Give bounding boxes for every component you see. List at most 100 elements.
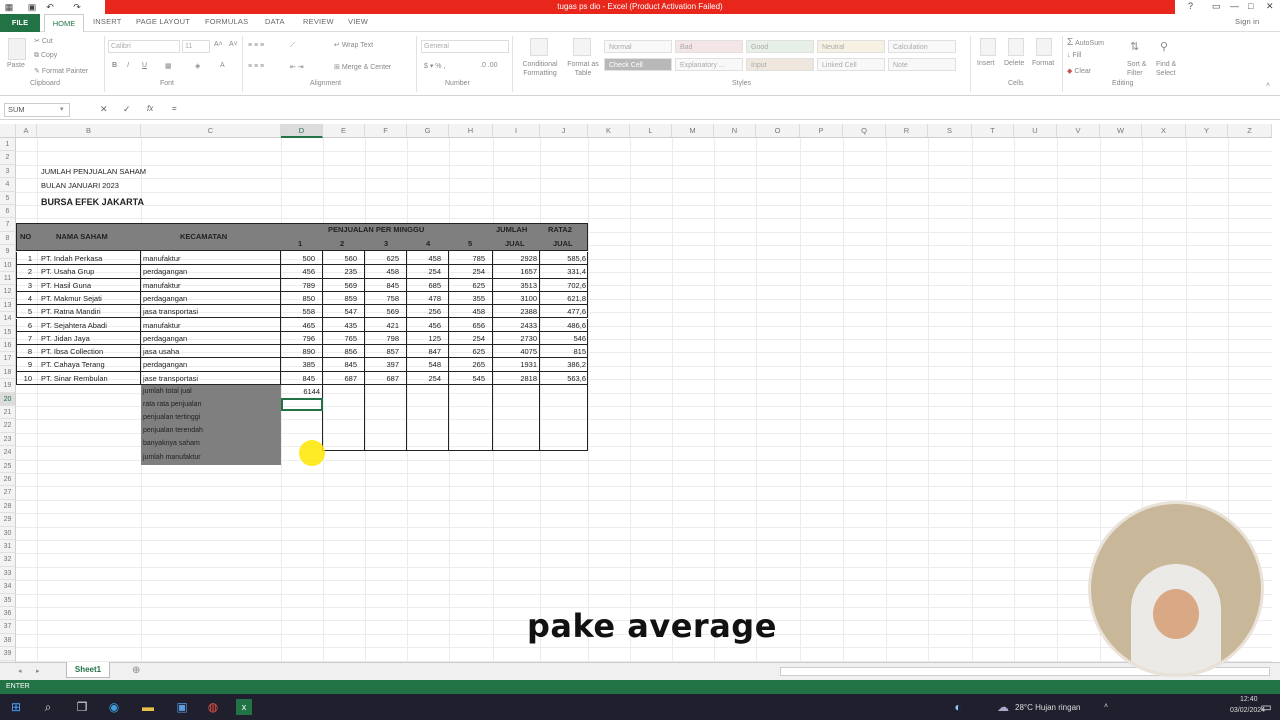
border-icon[interactable]: ▦	[165, 62, 172, 70]
row-header-39[interactable]: 39	[0, 647, 16, 661]
column-header-l[interactable]: L	[630, 124, 672, 138]
tray-chevron-icon[interactable]: ˄	[1104, 703, 1108, 710]
cell-week-2[interactable]: 845	[323, 359, 357, 371]
cell-week-2[interactable]: 687	[323, 373, 357, 385]
cell-no[interactable]: 8	[20, 346, 32, 358]
column-header-v[interactable]: V	[1057, 124, 1100, 138]
cell-week-2[interactable]: 856	[323, 346, 357, 358]
row-header-12[interactable]: 12	[0, 285, 16, 299]
font-name-select[interactable]: Calibri	[108, 40, 180, 53]
cell-jumlah-jual[interactable]: 2928	[493, 253, 537, 265]
cell-week-3[interactable]: 421	[365, 320, 399, 332]
cell-nama-saham[interactable]: PT. Cahaya Terang	[41, 359, 105, 371]
cell-week-3[interactable]: 625	[365, 253, 399, 265]
cell-week-2[interactable]: 560	[323, 253, 357, 265]
cell-kecamatan[interactable]: manufaktur	[143, 320, 181, 332]
cell-no[interactable]: 5	[20, 306, 32, 318]
column-header-o[interactable]: O	[756, 124, 800, 138]
summary-label[interactable]: rata rata penjualan	[143, 399, 201, 411]
row-header-32[interactable]: 32	[0, 553, 16, 567]
notification-icon[interactable]: ▭	[1258, 699, 1274, 715]
column-header-d[interactable]: D	[281, 124, 323, 138]
number-format-select[interactable]: General	[421, 40, 509, 53]
cell-week-5[interactable]: 785	[449, 253, 485, 265]
cell-no[interactable]: 6	[20, 320, 32, 332]
underline-icon[interactable]: U	[142, 62, 147, 69]
redo-icon[interactable]: ↷	[72, 2, 82, 12]
cell-d19-total[interactable]: 6144	[282, 386, 320, 398]
cell-week-4[interactable]: 847	[407, 346, 441, 358]
cell-jumlah-jual[interactable]: 1657	[493, 266, 537, 278]
chrome-icon[interactable]: ◍	[205, 699, 221, 715]
style-check-cell[interactable]: Check Cell	[604, 58, 672, 71]
shrink-font-icon[interactable]: A˅	[229, 41, 238, 48]
column-header-y[interactable]: Y	[1186, 124, 1228, 138]
cell-week-1[interactable]: 845	[281, 373, 315, 385]
italic-icon[interactable]: I	[127, 62, 129, 69]
cell-no[interactable]: 10	[20, 373, 32, 385]
column-header-r[interactable]: R	[886, 124, 928, 138]
cell-jumlah-jual[interactable]: 2818	[493, 373, 537, 385]
cell-week-5[interactable]: 545	[449, 373, 485, 385]
cell-week-4[interactable]: 256	[407, 306, 441, 318]
cell-kecamatan[interactable]: perdagangan	[143, 293, 187, 305]
row-header-25[interactable]: 25	[0, 459, 16, 473]
row-header-34[interactable]: 34	[0, 580, 16, 594]
row-header-18[interactable]: 18	[0, 365, 16, 380]
cell-rata-jual[interactable]: 563,6	[540, 373, 586, 385]
cell-week-5[interactable]: 254	[449, 333, 485, 345]
cell-week-1[interactable]: 789	[281, 280, 315, 292]
row-header-30[interactable]: 30	[0, 526, 16, 540]
task-view-icon[interactable]: ❐	[74, 699, 90, 715]
cell-week-1[interactable]: 850	[281, 293, 315, 305]
collapse-ribbon-icon[interactable]: ˄	[1266, 82, 1270, 89]
cell-week-4[interactable]: 254	[407, 266, 441, 278]
clock-time[interactable]: 12:40	[1240, 696, 1258, 703]
cell-nama-saham[interactable]: PT. Usaha Grup	[41, 266, 94, 278]
cell-kecamatan[interactable]: perdagangan	[143, 333, 187, 345]
cell-nama-saham[interactable]: PT. Hasil Guna	[41, 280, 91, 292]
style-input[interactable]: Input	[746, 58, 814, 71]
cancel-icon[interactable]: ✕	[100, 104, 108, 115]
row-header-8[interactable]: 8	[0, 231, 16, 246]
cell-nama-saham[interactable]: PT. Ibsa Collection	[41, 346, 103, 358]
format-cells-button[interactable]: Format	[1032, 60, 1054, 67]
merge-center-button[interactable]: ⊞ Merge & Center	[334, 63, 391, 71]
cut-button[interactable]: ✂ Cut	[34, 37, 53, 45]
ribbon-display-button[interactable]: ▭	[1212, 1, 1221, 12]
row-header-36[interactable]: 36	[0, 607, 16, 621]
cell-nama-saham[interactable]: PT. Makmur Sejati	[41, 293, 102, 305]
windows-start-icon[interactable]: ⊞	[8, 699, 24, 715]
excel-taskbar-icon[interactable]: x	[236, 699, 252, 715]
cell-week-5[interactable]: 265	[449, 359, 485, 371]
format-as-table-icon[interactable]	[573, 38, 591, 56]
cell-kecamatan[interactable]: perdagangan	[143, 266, 187, 278]
grow-font-icon[interactable]: A˄	[214, 41, 223, 48]
prev-sheet-icon[interactable]: ◂	[18, 667, 22, 675]
cell-nama-saham[interactable]: PT. Jidan Jaya	[41, 333, 90, 345]
cell-week-4[interactable]: 254	[407, 373, 441, 385]
cell-kecamatan[interactable]: jase transportasi	[143, 373, 198, 385]
cell-rata-jual[interactable]: 621,8	[540, 293, 586, 305]
cell-rata-jual[interactable]: 386,2	[540, 359, 586, 371]
row-header-9[interactable]: 9	[0, 245, 16, 259]
row-header-2[interactable]: 2	[0, 151, 16, 165]
cell-rata-jual[interactable]: 815	[540, 346, 586, 358]
format-as-table-button[interactable]: Format as Table	[563, 60, 603, 78]
autosum-button[interactable]: Σ AutoSum	[1067, 37, 1104, 48]
conditional-formatting-button[interactable]: Conditional Formatting	[518, 60, 562, 78]
insert-function-icon[interactable]: fx	[147, 104, 153, 113]
cell-kecamatan[interactable]: manufaktur	[143, 280, 181, 292]
add-sheet-icon[interactable]: ⊕	[132, 665, 140, 676]
format-painter-button[interactable]: ✎ Format Painter	[34, 67, 88, 75]
cell-week-1[interactable]: 465	[281, 320, 315, 332]
row-header-27[interactable]: 27	[0, 486, 16, 500]
cell-jumlah-jual[interactable]: 2730	[493, 333, 537, 345]
copilot-icon[interactable]: ◐	[950, 699, 966, 715]
cell-nama-saham[interactable]: PT. Indah Perkasa	[41, 253, 102, 265]
fill-color-icon[interactable]: ◈	[195, 62, 200, 70]
summary-label[interactable]: jumlah manufaktur	[143, 452, 201, 464]
style-normal[interactable]: Normal	[604, 40, 672, 53]
insert-cells-icon[interactable]	[980, 38, 996, 56]
column-header-x[interactable]: X	[1142, 124, 1186, 138]
